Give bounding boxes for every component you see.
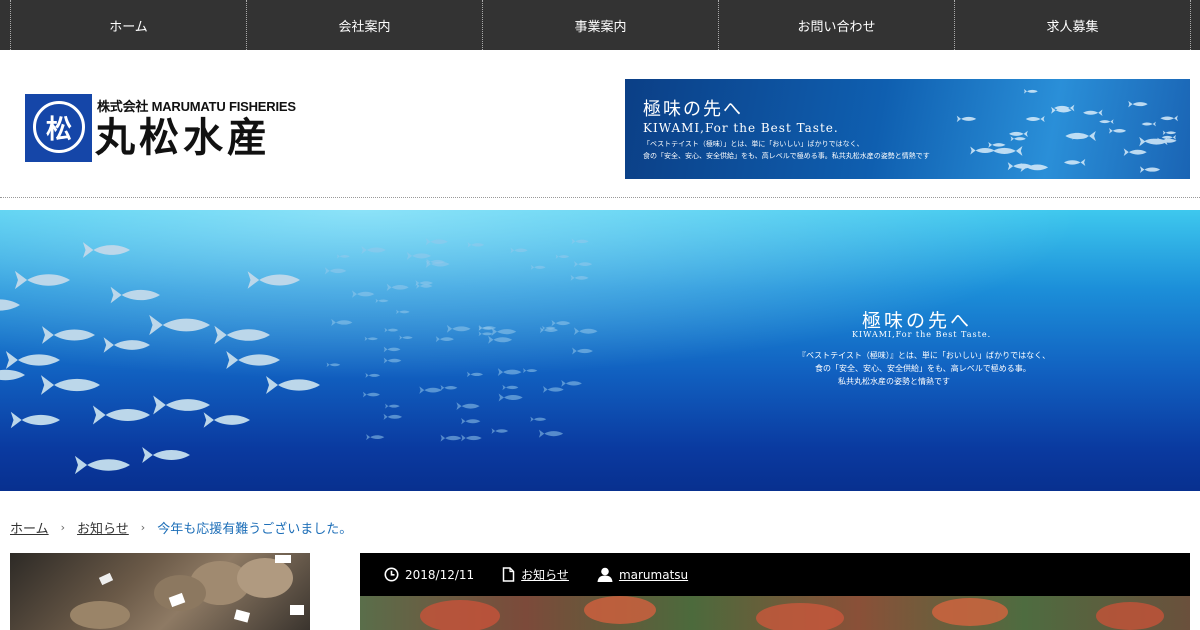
logo-name: 丸松水産 bbox=[95, 114, 271, 161]
site-logo[interactable]: 松 株式会社 MARUMATU FISHERIES 丸松水産 bbox=[25, 94, 315, 166]
nav-label: 事業案内 bbox=[574, 19, 627, 35]
nav-label: 会社案内 bbox=[338, 19, 391, 35]
sidebar-thumbnail[interactable] bbox=[10, 553, 310, 630]
nav-item-recruit[interactable]: 求人募集 bbox=[954, 0, 1190, 50]
header-divider bbox=[0, 197, 1200, 198]
header-banner: 極味の先へ KIWAMI,For the Best Taste. 「ベストテイス… bbox=[625, 79, 1190, 179]
clock-icon bbox=[384, 567, 399, 582]
breadcrumb-current: 今年も応援有難うございました。 bbox=[157, 522, 353, 537]
breadcrumb-separator: › bbox=[60, 521, 66, 534]
hero-desc: 『ベストテイスト（極味）』とは、単に「おいしい」ばかりではなく、 bbox=[798, 351, 1051, 360]
nav-label: ホーム bbox=[109, 19, 148, 35]
header-banner-desc: 「ベストテイスト（極味）」とは、単に「おいしい」ばかりではなく、 bbox=[643, 140, 864, 148]
shrimp-photo bbox=[420, 596, 1164, 630]
header-banner-desc: 食の「安全、安心、安全供給」をも、高レベルで極める事。私共丸松水産の姿勢と情熱で… bbox=[643, 152, 930, 160]
header-banner-subtitle: KIWAMI,For the Best Taste. bbox=[643, 121, 839, 135]
user-icon bbox=[597, 567, 613, 582]
post-category-link[interactable]: お知らせ bbox=[521, 566, 569, 583]
nav-label: 求人募集 bbox=[1046, 19, 1099, 35]
nav-item-contact[interactable]: お問い合わせ bbox=[718, 0, 954, 50]
breadcrumb-separator: › bbox=[140, 521, 146, 534]
breadcrumb-category[interactable]: お知らせ bbox=[77, 518, 129, 537]
nav-item-company[interactable]: 会社案内 bbox=[246, 0, 482, 50]
hero-banner: 極味の先へ KIWAMI,For the Best Taste. 『ベストテイス… bbox=[0, 210, 1200, 491]
post-author-link[interactable]: marumatsu bbox=[619, 568, 688, 582]
document-icon bbox=[502, 567, 515, 582]
post-date: 2018/12/11 bbox=[384, 567, 474, 582]
hero-subtitle: KIWAMI,For the Best Taste. bbox=[852, 330, 992, 339]
hero-desc: 食の「安全、安心、安全供給」をも、高レベルで極める事。 bbox=[815, 364, 1031, 373]
fish-market-photo bbox=[70, 555, 304, 629]
hero-desc: 私共丸松水産の姿勢と情熱です bbox=[838, 377, 950, 386]
logo-kanji: 松 bbox=[33, 101, 85, 153]
post-author: marumatsu bbox=[597, 567, 688, 582]
post-category: お知らせ bbox=[502, 566, 569, 583]
main-nav: ホーム 会社案内 事業案内 お問い合わせ 求人募集 bbox=[0, 0, 1200, 50]
breadcrumb-home[interactable]: ホーム bbox=[10, 518, 49, 537]
nav-item-business[interactable]: 事業案内 bbox=[482, 0, 718, 50]
nav-label: お問い合わせ bbox=[797, 19, 876, 35]
hero-title: 極味の先へ bbox=[862, 310, 973, 332]
logo-emblem: 松 bbox=[25, 94, 92, 162]
post-featured-image bbox=[360, 596, 1190, 630]
header-banner-title: 極味の先へ bbox=[643, 99, 743, 120]
post-date-text: 2018/12/11 bbox=[405, 567, 475, 582]
post-meta-bar: 2018/12/11 お知らせ marumatsu bbox=[360, 553, 1190, 596]
nav-spacer bbox=[1190, 0, 1200, 50]
breadcrumb: ホーム › お知らせ › 今年も応援有難うございました。 bbox=[10, 518, 352, 537]
nav-item-home[interactable]: ホーム bbox=[10, 0, 246, 50]
